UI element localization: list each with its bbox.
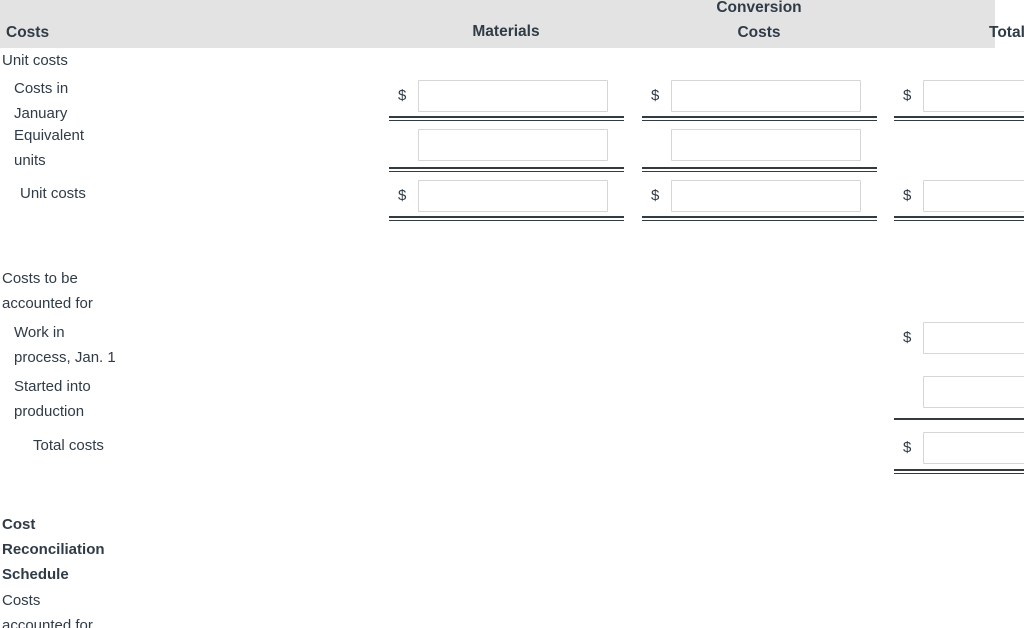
subtotal-rule-conversion: [642, 167, 877, 172]
subtotal-rule-materials: [389, 116, 624, 121]
cell-work-in-process-total: $: [894, 322, 1024, 354]
currency-symbol: $: [903, 87, 912, 104]
cell-unit-costs-total: $: [894, 180, 1024, 212]
table-row: Costs in January $ $ $: [0, 76, 1024, 123]
row-label-started-into-production: Started into production: [14, 378, 91, 420]
currency-symbol: $: [651, 87, 660, 104]
row-label-equivalent-units: Equivalent units: [14, 127, 85, 169]
cell-costs-in-january-total: $: [894, 80, 1024, 112]
subtotal-rule-total: [894, 116, 1024, 121]
total-rule-conversion: [642, 216, 877, 221]
cell-costs-in-january-conversion: $: [642, 80, 877, 112]
table-row: Work in process, Jan. 1 $: [0, 320, 1024, 374]
cost-reconciliation-worksheet: Costs Materials Conversion Costs Total U…: [0, 0, 1024, 628]
input-unit-costs-total[interactable]: [923, 180, 1024, 212]
table-row: Costs accounted for: [0, 588, 1024, 628]
input-equivalent-units-conversion[interactable]: [671, 129, 861, 161]
cell-costs-in-january-materials: $: [389, 80, 624, 112]
currency-symbol: $: [651, 187, 660, 204]
currency-symbol: $: [903, 439, 912, 456]
cell-equivalent-units-materials: [389, 129, 624, 161]
worksheet-rows: Unit costs Costs in January $ $ $ Equiva…: [0, 48, 1024, 628]
table-row: Total costs $: [0, 428, 1024, 482]
row-label-work-in-process: Work in process, Jan. 1: [14, 324, 116, 366]
table-header-row: Costs Materials Conversion Costs Total: [0, 0, 1024, 48]
cell-started-into-production-total: [894, 376, 1024, 408]
row-label-costs-to-be-accounted-for: Costs to be accounted for: [2, 270, 93, 312]
currency-symbol: $: [903, 329, 912, 346]
subtotal-rule-materials: [389, 167, 624, 172]
table-row: Unit costs $ $ $: [0, 177, 1024, 229]
cell-total-costs-total: $: [894, 432, 1024, 464]
total-rule-total: [894, 216, 1024, 221]
section-title-cost-reconciliation-schedule: Cost Reconciliation Schedule: [2, 516, 105, 583]
subtotal-rule-total: [894, 418, 1024, 420]
input-total-costs-total[interactable]: [923, 432, 1024, 464]
column-header-costs: Costs: [6, 24, 50, 41]
table-row: Equivalent units: [0, 123, 1024, 177]
row-label-total-costs: Total costs: [33, 437, 104, 454]
cell-unit-costs-materials: $: [389, 180, 624, 212]
input-unit-costs-conversion[interactable]: [671, 180, 861, 212]
table-row: Started into production: [0, 374, 1024, 428]
row-label-costs-accounted-for: Costs accounted for: [2, 592, 93, 628]
input-unit-costs-materials[interactable]: [418, 180, 608, 212]
table-row: Cost Reconciliation Schedule: [0, 512, 1024, 588]
input-costs-in-january-materials[interactable]: [418, 80, 608, 112]
input-work-in-process-total[interactable]: [923, 322, 1024, 354]
cell-unit-costs-conversion: $: [642, 180, 877, 212]
grand-total-rule-total: [894, 469, 1024, 474]
cell-equivalent-units-conversion: [642, 129, 877, 161]
table-row: Unit costs: [0, 48, 1024, 76]
table-row: Costs to be accounted for: [0, 266, 1024, 320]
input-costs-in-january-conversion[interactable]: [671, 80, 861, 112]
currency-symbol: $: [903, 187, 912, 204]
total-rule-materials: [389, 216, 624, 221]
column-header-total: Total: [989, 24, 1024, 41]
input-started-into-production-total[interactable]: [923, 376, 1024, 408]
row-label-unit-costs-heading: Unit costs: [2, 52, 68, 69]
column-header-conversion: Conversion Costs: [716, 0, 802, 41]
column-header-materials: Materials: [472, 23, 540, 40]
currency-symbol: $: [398, 87, 407, 104]
input-equivalent-units-materials[interactable]: [418, 129, 608, 161]
subtotal-rule-conversion: [642, 116, 877, 121]
row-label-costs-in-january: Costs in January: [14, 80, 69, 122]
row-label-unit-costs-result: Unit costs: [20, 185, 86, 202]
currency-symbol: $: [398, 187, 407, 204]
input-costs-in-january-total[interactable]: [923, 80, 1024, 112]
